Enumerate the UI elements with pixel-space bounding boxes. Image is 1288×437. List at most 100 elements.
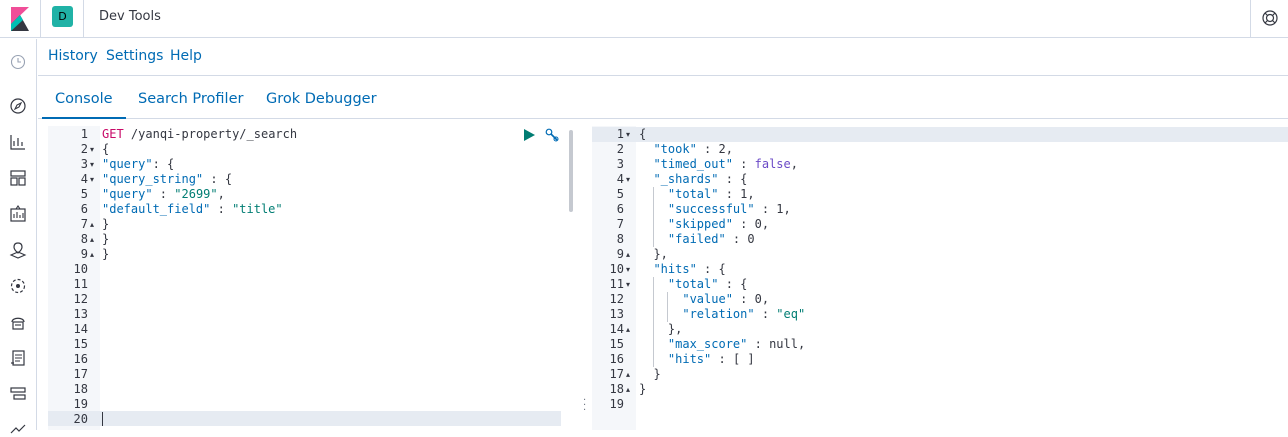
line-number: 2 — [616, 142, 624, 156]
app-title: Dev Tools — [99, 9, 161, 24]
play-icon[interactable] — [522, 128, 536, 142]
code-line: } — [102, 217, 110, 231]
line-number: 7 — [80, 217, 88, 231]
fold-open-icon[interactable]: ▾ — [90, 172, 94, 187]
fold-open-icon[interactable]: ▾ — [90, 157, 94, 172]
fold-open-icon[interactable]: ▾ — [626, 277, 630, 292]
fold-open-icon[interactable]: ▾ — [90, 142, 94, 157]
line-number: 4 — [616, 172, 624, 186]
code-line: { — [102, 142, 110, 156]
line-number: 6 — [616, 202, 624, 216]
code-line: GET /yanqi-property/_search — [102, 127, 298, 141]
console-menu: History Settings Help — [38, 39, 1288, 76]
history-link[interactable]: History — [48, 48, 98, 64]
line-number: 15 — [609, 337, 624, 351]
fold-close-icon[interactable]: ▴ — [626, 247, 630, 262]
line-number: 12 — [609, 292, 624, 306]
line-number: 11 — [73, 277, 88, 291]
tab-console[interactable]: Console — [55, 91, 113, 107]
active-line-highlight — [48, 411, 561, 426]
lifebuoy-icon — [1262, 10, 1278, 26]
top-header: D Dev Tools — [0, 0, 1288, 38]
line-number: 14 — [73, 322, 88, 336]
fold-open-icon[interactable]: ▾ — [626, 127, 630, 142]
code-line: "successful" : 1, — [667, 202, 791, 216]
maps-icon[interactable] — [9, 241, 27, 259]
code-line: } — [639, 382, 647, 396]
code-line: "total" : { — [667, 277, 748, 291]
code-line: "failed" : 0 — [667, 232, 755, 246]
response-output[interactable]: 1 ▾ 2 3 4 ▾ 5 6 7 8 9 ▴ 10 ▾ 11 ▾ 12 13 14 ▴ 15 16 17 ▴ 18 ▴ 19 { … — [592, 126, 1288, 430]
logs-icon[interactable] — [9, 349, 27, 367]
fold-close-icon[interactable]: ▴ — [90, 217, 94, 232]
help-button[interactable] — [1250, 0, 1288, 38]
request-editor[interactable]: 1 2 ▾ 3 ▾ 4 ▾ 5 6 7 ▴ 8 ▴ 9 ▴ 10 11 12 13 14 15 16 17 18 19 20 GE… — [48, 126, 576, 430]
line-number: 17 — [73, 367, 88, 381]
text-cursor — [102, 412, 103, 426]
line-number: 19 — [609, 397, 624, 411]
tab-search-profiler[interactable]: Search Profiler — [138, 91, 243, 107]
devtools-tabs: Console Search Profiler Grok Debugger — [38, 77, 1288, 119]
apm-icon[interactable] — [9, 385, 27, 403]
settings-link[interactable]: Settings — [106, 48, 163, 64]
line-number: 3 — [616, 157, 624, 171]
line-number: 17 — [609, 367, 624, 381]
wrench-icon[interactable] — [545, 128, 559, 142]
line-number: 5 — [80, 187, 88, 201]
fold-close-icon[interactable]: ▴ — [626, 367, 630, 382]
line-number: 9 — [616, 247, 624, 261]
fold-open-icon[interactable]: ▾ — [626, 172, 630, 187]
line-number: 15 — [73, 337, 88, 351]
code-line: "timed_out" : false, — [653, 157, 798, 171]
code-line: } — [102, 247, 110, 261]
side-nav — [0, 39, 37, 434]
line-number: 4 — [80, 172, 88, 186]
ml-icon[interactable] — [9, 277, 27, 295]
code-line: "default_field" : "title" — [102, 202, 283, 216]
infrastructure-icon[interactable] — [9, 313, 27, 331]
line-number: 12 — [73, 292, 88, 306]
line-number: 16 — [73, 352, 88, 366]
visualize-chart-icon[interactable] — [9, 133, 27, 151]
code-line: "total" : 1, — [667, 187, 755, 201]
kibana-logo[interactable] — [8, 6, 32, 32]
discover-compass-icon[interactable] — [9, 97, 27, 115]
line-number: 5 — [616, 187, 624, 201]
line-number: 8 — [616, 232, 624, 246]
line-number: 1 — [616, 127, 624, 141]
line-number: 16 — [609, 352, 624, 366]
help-link[interactable]: Help — [170, 48, 202, 64]
code-line: { — [639, 127, 647, 141]
code-line: "query": { — [102, 157, 175, 171]
fold-close-icon[interactable]: ▴ — [90, 247, 94, 262]
line-number: 14 — [609, 322, 624, 336]
fold-close-icon[interactable]: ▴ — [90, 232, 94, 247]
fold-open-icon[interactable]: ▾ — [626, 262, 630, 277]
code-line: "query_string" : { — [102, 172, 233, 186]
uptime-icon[interactable] — [9, 419, 27, 437]
line-number: 9 — [80, 247, 88, 261]
canvas-icon[interactable] — [9, 205, 27, 223]
line-number: 8 — [80, 232, 88, 246]
recent-clock-icon[interactable] — [9, 53, 27, 71]
line-number: 6 — [80, 202, 88, 216]
code-line: "max_score" : null, — [667, 337, 806, 351]
line-number: 13 — [73, 307, 88, 321]
code-line: "_shards" : { — [653, 172, 748, 186]
line-number: 7 — [616, 217, 624, 231]
line-number: 13 — [609, 307, 624, 321]
fold-close-icon[interactable]: ▴ — [626, 382, 630, 397]
fold-close-icon[interactable]: ▴ — [626, 322, 630, 337]
panel-resizer[interactable]: · · · — [580, 126, 590, 430]
code-line: "relation" : "eq" — [682, 307, 806, 321]
line-number: 11 — [609, 277, 624, 291]
line-number: 1 — [80, 127, 88, 141]
code-line: "value" : 0, — [682, 292, 770, 306]
request-scrollbar[interactable] — [569, 130, 573, 212]
tab-grok-debugger[interactable]: Grok Debugger — [266, 91, 377, 107]
line-number: 3 — [80, 157, 88, 171]
dashboard-icon[interactable] — [9, 169, 27, 187]
code-line: } — [102, 232, 110, 246]
drag-handle-icon: · · · — [583, 395, 587, 416]
space-avatar[interactable]: D — [52, 6, 73, 27]
